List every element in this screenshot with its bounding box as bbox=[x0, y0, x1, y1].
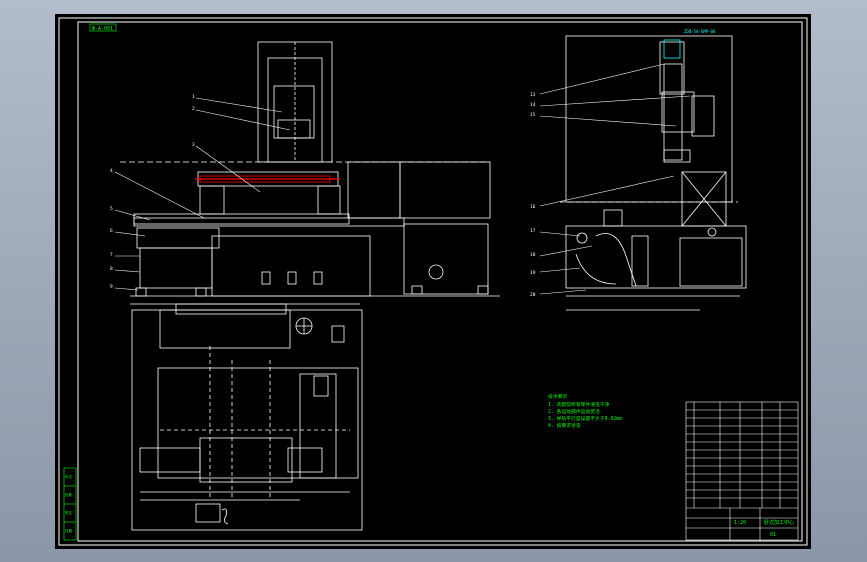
leader-label: 9 bbox=[110, 284, 113, 290]
leader-label: 15 bbox=[530, 112, 536, 118]
leader-label: 8 bbox=[110, 266, 113, 272]
strip-label: 日期 bbox=[65, 528, 72, 533]
notes-line: 3. 导轨平行度误差不大于0.02mm bbox=[548, 415, 622, 422]
strip-label: 处数 bbox=[65, 492, 72, 497]
strip-label: 签名 bbox=[65, 510, 72, 515]
corner-tag: Ф-А-001 bbox=[89, 23, 117, 32]
leader-label: 16 bbox=[530, 204, 536, 210]
sheet-number: 01 bbox=[770, 532, 776, 538]
drawing-scale: 1:20 bbox=[734, 520, 746, 526]
sheet-background bbox=[55, 14, 811, 549]
drawing-canvas: Ф-А-001 1 2 3 4 5 6 7 8 9 13 14 15 16 17… bbox=[55, 14, 811, 549]
notes-title: 技术要求 bbox=[548, 393, 567, 400]
corner-tag-text: Ф-А-001 bbox=[92, 26, 113, 32]
leader-label: 20 bbox=[530, 292, 536, 298]
leader-label: 1 bbox=[192, 94, 195, 100]
leader-label: 13 bbox=[530, 92, 536, 98]
leader-label: 6 bbox=[110, 228, 113, 234]
side-view-callout: ZDB-5A-GMP-08 bbox=[684, 29, 716, 34]
leader-label: 18 bbox=[530, 252, 536, 258]
notes-line: 1. 装配前所有零件清洗干净 bbox=[548, 401, 610, 408]
leader-label: 2 bbox=[192, 106, 195, 112]
leader-label: 7 bbox=[110, 252, 113, 258]
strip-label: 标记 bbox=[65, 474, 72, 479]
leader-label: 14 bbox=[530, 102, 536, 108]
notes-line: 4. 按要求涂漆 bbox=[548, 422, 581, 429]
drawing-name: 卧式加工中心 bbox=[764, 519, 794, 526]
notes-line: 2. 各运动部件运动灵活 bbox=[548, 408, 600, 415]
leader-label: 19 bbox=[530, 270, 536, 276]
leader-label: 4 bbox=[110, 168, 113, 174]
leader-label: 5 bbox=[110, 206, 113, 212]
leader-label: 17 bbox=[530, 228, 536, 234]
leader-label: 3 bbox=[192, 142, 195, 148]
